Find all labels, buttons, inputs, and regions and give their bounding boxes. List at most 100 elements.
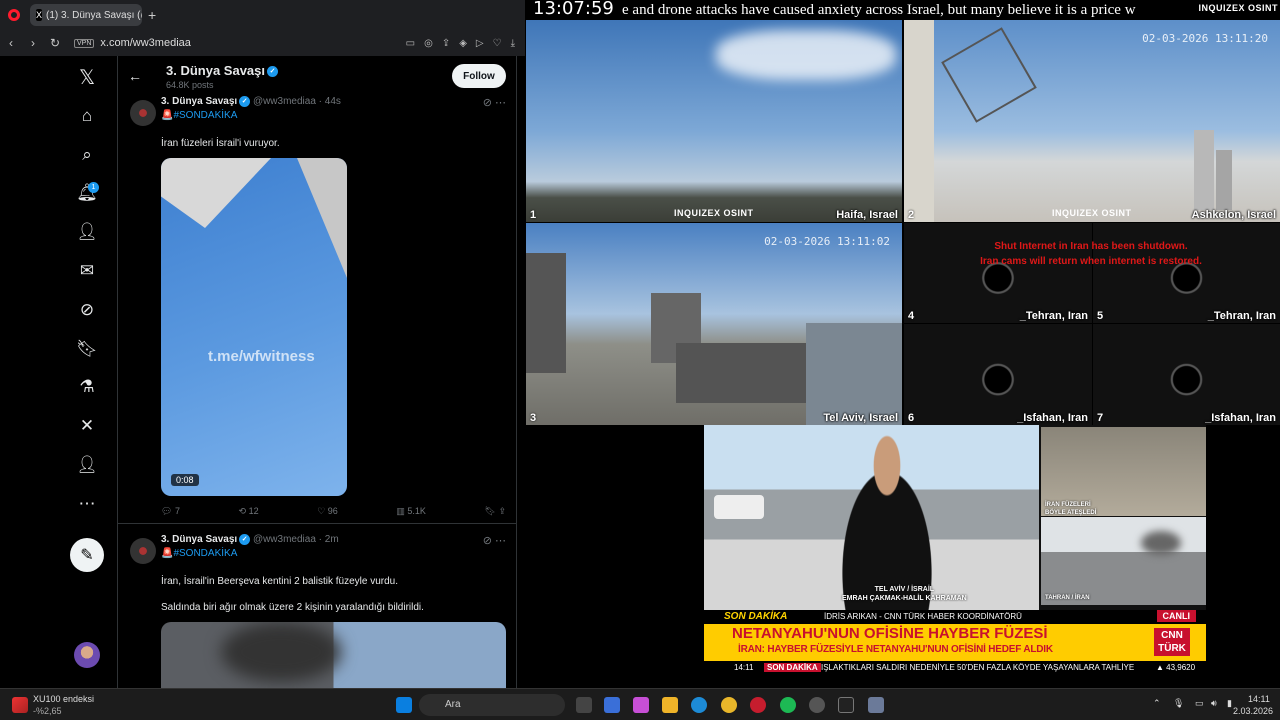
camera-label: _Isfahan, Iran xyxy=(1205,412,1276,424)
search-placeholder: Ara xyxy=(445,699,461,710)
iran-offline-message: Shut Internet in Iran has been shutdown.… xyxy=(904,223,1280,283)
camera-feed-isfahan-7[interactable]: 7 _Isfahan, Iran xyxy=(1093,324,1280,425)
hashtag-link[interactable]: 🚨#SONDAKİKA xyxy=(161,110,237,121)
tower xyxy=(1194,130,1214,210)
x-favicon-icon: X xyxy=(36,9,43,21)
tray-chevron-icon[interactable]: ⌃ xyxy=(1153,698,1161,709)
tweet[interactable]: 3. Dünya Savaşı ✓ @ww3mediaa · 2m ⊘ ⋯ 🚨#S… xyxy=(118,534,516,688)
settings-icon[interactable] xyxy=(868,697,884,713)
account-avatar[interactable] xyxy=(74,642,100,668)
like-button[interactable]: ♡ 96 xyxy=(317,506,338,517)
camera-overlay: INQUIZEX OSINT xyxy=(674,208,754,218)
taskbar-search[interactable]: Ara xyxy=(419,694,565,716)
new-tab-button[interactable]: + xyxy=(148,7,156,23)
extension-icon[interactable]: ◈ xyxy=(459,38,467,49)
tab-x-profile[interactable]: X (1) 3. Dünya Savaşı (@ww xyxy=(30,4,142,26)
profile-icon[interactable]: 👤︎ xyxy=(74,452,100,478)
building xyxy=(526,253,566,373)
video-duration: 0:08 xyxy=(171,474,199,486)
repost-button[interactable]: ⟲ 12 xyxy=(239,506,259,517)
tweet-video[interactable]: t.me/wfwitness 0:08 xyxy=(161,158,347,496)
app-icon[interactable] xyxy=(809,697,825,713)
mail-icon[interactable]: ✉ xyxy=(74,258,100,284)
views-button[interactable]: ▥ 5.1K xyxy=(396,506,426,517)
heart-icon[interactable]: ♡ xyxy=(493,38,502,49)
search-icon[interactable]: ⌕ xyxy=(74,142,100,168)
cnn-turk-broadcast[interactable]: TEL AVİV / İSRAİL EMRAH ÇAKMAK-HALİL KAHR… xyxy=(704,425,1206,675)
file-explorer-icon[interactable] xyxy=(662,697,678,713)
back-arrow-icon[interactable]: ← xyxy=(128,68,142,84)
camera-icon[interactable]: ◎ xyxy=(424,38,433,49)
url-field[interactable]: x.com/ww3mediaa xyxy=(100,37,405,49)
tweet-author[interactable]: 3. Dünya Savaşı ✓ @ww3mediaa · 44s xyxy=(161,96,341,107)
home-icon[interactable]: ⌂ xyxy=(74,103,100,129)
camera-feed-isfahan-6[interactable]: 6 _Isfahan, Iran xyxy=(904,324,1092,425)
compose-post-button[interactable]: ✎ xyxy=(70,538,104,572)
stock-name[interactable]: XU100 endeksi xyxy=(33,694,94,704)
download-icon[interactable]: ⤓ xyxy=(511,38,515,49)
camera-number: 5 xyxy=(1097,310,1104,322)
reload-icon[interactable]: ↻ xyxy=(44,36,66,50)
task-view-icon[interactable] xyxy=(576,697,592,713)
tweet[interactable]: 3. Dünya Savaşı ✓ @ww3mediaa · 44s ⊘ ⋯ 🚨#… xyxy=(118,96,516,524)
clock-date[interactable]: 2.03.2026 xyxy=(1233,706,1273,716)
opera-taskbar-icon[interactable] xyxy=(750,697,766,713)
volume-icon[interactable]: 🔊︎ xyxy=(1211,698,1217,709)
copilot-icon[interactable] xyxy=(633,697,649,713)
crawl-tag: SON DAKİKA xyxy=(764,663,821,672)
camera-feed-tel-aviv[interactable]: 02-03-2026 13:11:02 3 Tel Aviv, Israel xyxy=(526,223,902,425)
chrome-icon[interactable] xyxy=(721,697,737,713)
inset-caption: İRAN FÜZELERİ BÖYLE ATEŞLEDİ xyxy=(1045,502,1097,516)
opera-icon[interactable] xyxy=(8,9,20,21)
tweet-avatar[interactable] xyxy=(130,100,156,126)
bookmark-share-buttons[interactable]: 🔖︎ ⇪ xyxy=(485,506,506,517)
verified-icon: ✓ xyxy=(239,534,251,545)
camera-feed-haifa[interactable]: 1 INQUIZEX OSINT Haifa, Israel xyxy=(526,20,902,222)
tweet-text: Saldında biri ağır olmak üzere 2 kişinin… xyxy=(161,602,424,613)
flask-icon[interactable]: ⚗ xyxy=(74,374,100,400)
add-user-icon[interactable]: 👤︎ xyxy=(74,219,100,245)
windows-taskbar: XU100 endeksi -%2,65 Ara ⌃ 🎙︎ ▭ 🔊︎ ▮ 14:… xyxy=(0,688,1280,720)
hashtag-link[interactable]: 🚨#SONDAKİKA xyxy=(161,548,237,559)
x-sidebar: 𝕏 ⌂ ⌕ 🔔︎ 1 👤︎ ✉ ⊘ 🔖︎ ⚗ ✕ 👤︎ ⋯ ✎ xyxy=(60,56,115,688)
camera-number: 6 xyxy=(908,412,915,424)
play-icon[interactable]: ▷ xyxy=(476,38,484,49)
clock-time[interactable]: 14:11 xyxy=(1248,694,1270,704)
browser-window: X (1) 3. Dünya Savaşı (@ww + ‹ › ↻ VPN x… xyxy=(0,0,525,688)
more-icon[interactable]: ⋯ xyxy=(74,491,100,517)
vpn-badge[interactable]: VPN xyxy=(74,38,95,48)
camera-number: 4 xyxy=(908,310,915,322)
forward-arrow-icon[interactable]: › xyxy=(22,36,44,50)
spotify-icon[interactable] xyxy=(780,697,796,713)
x-logo-icon[interactable]: 𝕏 xyxy=(74,64,100,90)
grok-icon[interactable]: ⊘ xyxy=(74,297,100,323)
stock-chart-icon[interactable] xyxy=(12,697,28,713)
tower xyxy=(1216,150,1232,210)
tab-title: (1) 3. Dünya Savaşı (@ww xyxy=(46,9,142,21)
bookmark-icon[interactable]: 🔖︎ xyxy=(74,336,100,362)
headline: NETANYAHU'NUN OFİSİNE HAYBER FÜZESİ xyxy=(732,625,1048,642)
more-options-icon[interactable]: ⊘ ⋯ xyxy=(483,96,506,109)
inset-caption: TAHRAN / İRAN xyxy=(1045,595,1090,601)
van xyxy=(714,495,764,519)
share-icon[interactable]: ⇪ xyxy=(442,38,450,49)
back-arrow-icon[interactable]: ‹ xyxy=(0,36,22,50)
more-options-icon[interactable]: ⊘ ⋯ xyxy=(483,534,506,547)
headline-bar: NETANYAHU'NUN OFİSİNE HAYBER FÜZESİ İRAN… xyxy=(704,624,1206,661)
premium-x-icon[interactable]: ✕ xyxy=(74,413,100,439)
stream-app-icon[interactable] xyxy=(838,697,854,713)
store-icon[interactable] xyxy=(604,697,620,713)
tweet-image[interactable] xyxy=(161,622,506,688)
camera-feed-ashkelon[interactable]: 02-03-2026 13:11:20 2 INQUIZEX OSINT Ash… xyxy=(904,20,1280,222)
snapshot-icon[interactable]: ▭ xyxy=(406,38,415,49)
reply-button[interactable]: 💬︎ 7 xyxy=(161,506,180,517)
tweet-author[interactable]: 3. Dünya Savaşı ✓ @ww3mediaa · 2m xyxy=(161,534,339,545)
edge-icon[interactable] xyxy=(691,697,707,713)
follow-button[interactable]: Follow xyxy=(452,64,506,88)
microphone-icon[interactable]: 🎙︎ xyxy=(1173,698,1184,709)
notification-count-badge: 1 xyxy=(88,182,99,193)
network-icon[interactable]: ▭ xyxy=(1195,698,1204,709)
battery-icon[interactable]: ▮ xyxy=(1227,698,1232,709)
windows-start-icon[interactable] xyxy=(396,697,412,713)
tweet-avatar[interactable] xyxy=(130,538,156,564)
